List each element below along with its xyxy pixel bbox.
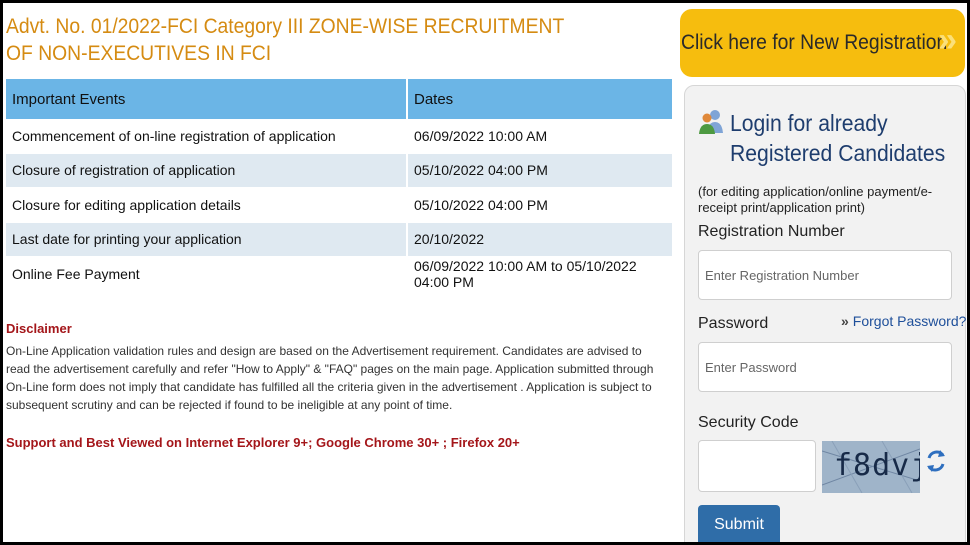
table-row: Closure for editing application details … <box>6 187 674 223</box>
forgot-password-link[interactable]: » Forgot Password? <box>841 313 966 329</box>
forgot-password-label: Forgot Password? <box>852 313 967 329</box>
table-row: Last date for printing your application … <box>6 222 674 257</box>
event-cell: Commencement of on-line registration of … <box>6 119 408 154</box>
submit-button[interactable]: Submit <box>698 505 780 542</box>
captcha-text: f8dvj <box>834 448 920 483</box>
new-registration-button[interactable]: Click here for New Registration » <box>680 9 965 77</box>
double-chevron-right-icon: » <box>938 21 957 59</box>
login-title-line1: Login for already <box>730 110 888 136</box>
column-header-events: Important Events <box>6 79 408 119</box>
table-row: Online Fee Payment 06/09/2022 10:00 AM t… <box>6 256 674 292</box>
date-cell: 06/09/2022 10:00 AM <box>407 119 674 154</box>
registration-number-label: Registration Number <box>698 223 845 240</box>
table-row: Commencement of on-line registration of … <box>6 119 674 154</box>
password-label: Password <box>698 315 769 332</box>
column-header-dates: Dates <box>407 79 674 119</box>
disclaimer-title: Disclaimer <box>6 321 72 336</box>
login-title-line2: Registered Candidates <box>730 140 946 166</box>
disclaimer-text: On-Line Application validation rules and… <box>6 344 654 412</box>
password-input[interactable] <box>698 342 952 392</box>
event-cell: Closure of registration of application <box>6 153 408 188</box>
event-cell: Last date for printing your application <box>6 222 408 257</box>
date-cell: 05/10/2022 04:00 PM <box>407 153 674 188</box>
login-note: (for editing application/online payment/… <box>698 184 933 215</box>
captcha-image: f8dvj <box>822 441 920 493</box>
event-cell: Online Fee Payment <box>6 256 408 292</box>
browser-support-note: Support and Best Viewed on Internet Expl… <box>6 435 520 450</box>
login-title: Login for already Registered Candidates <box>730 108 945 168</box>
security-code-input[interactable] <box>698 440 816 492</box>
table-row: Closure of registration of application 0… <box>6 153 674 188</box>
page-frame: Advt. No. 01/2022-FCI Category III ZONE-… <box>3 3 967 542</box>
double-chevron-right-icon: » <box>841 313 849 329</box>
date-cell: 20/10/2022 <box>407 222 674 257</box>
important-events-table: Important Events Dates Commencement of o… <box>6 79 674 292</box>
login-panel: Login for already Registered Candidates … <box>684 85 966 542</box>
event-cell: Closure for editing application details <box>6 187 408 223</box>
security-code-label: Security Code <box>698 414 799 431</box>
registration-number-input[interactable] <box>698 250 952 300</box>
table-header-row: Important Events Dates <box>6 79 674 119</box>
refresh-icon[interactable] <box>925 446 947 476</box>
users-icon <box>699 110 723 134</box>
new-registration-label: Click here for New Registration <box>681 31 948 54</box>
date-cell: 06/09/2022 10:00 AM to 05/10/2022 04:00 … <box>407 256 674 292</box>
page-title: Advt. No. 01/2022-FCI Category III ZONE-… <box>6 15 564 65</box>
date-cell: 05/10/2022 04:00 PM <box>407 187 674 223</box>
